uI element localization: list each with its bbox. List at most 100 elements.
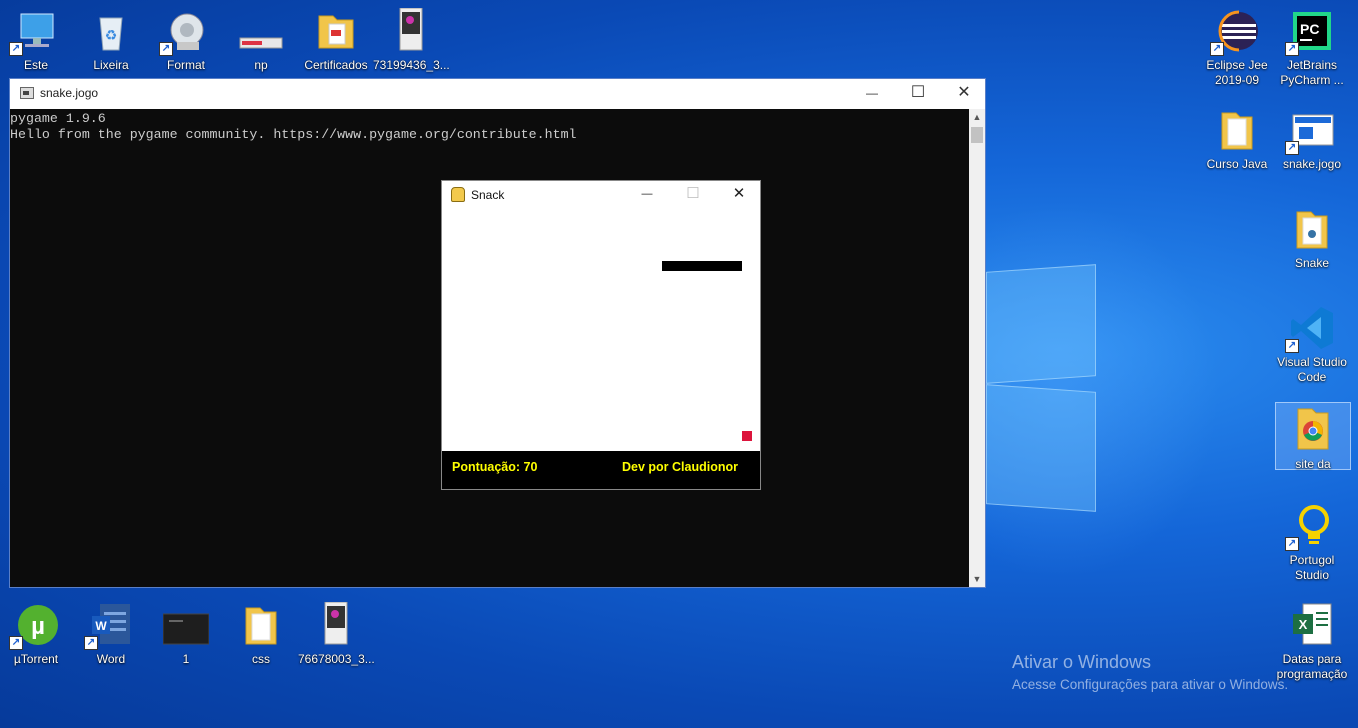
eclipse-icon: ↗ <box>1210 8 1260 56</box>
svg-text:PC: PC <box>1300 21 1319 37</box>
snake-segment <box>712 261 722 271</box>
folder-icon <box>1289 206 1335 252</box>
activation-watermark-subtitle: Acesse Configurações para ativar o Windo… <box>1012 677 1289 692</box>
word-icon: W ↗ <box>84 602 134 650</box>
format-factory-icon: ↗ <box>159 8 209 56</box>
folder-icon <box>238 602 284 648</box>
food <box>742 431 752 441</box>
game-hud: Pontuação: 70 Dev por Claudionor <box>442 451 760 489</box>
svg-text:♻: ♻ <box>105 27 118 43</box>
snake-segment <box>732 261 742 271</box>
desktop-icon-css[interactable]: css <box>223 602 299 667</box>
console-app-icon <box>20 87 34 99</box>
desktop-icon-label: css <box>252 652 270 666</box>
desktop-icon-1[interactable]: 1 <box>148 602 224 667</box>
utorrent-icon: µ ↗ <box>9 602 59 650</box>
computer-icon: ↗ <box>9 8 59 56</box>
desktop-icon-utorrent[interactable]: µ ↗ µTorrent <box>0 602 74 667</box>
snake-segment <box>702 261 712 271</box>
desktop-icon-site-da[interactable]: site da <box>1275 402 1351 471</box>
desktop-icon-label: Format Factory <box>166 58 205 72</box>
desktop-icon-snake-jogo[interactable]: ↗ snake.jogo <box>1274 107 1350 172</box>
desktop-icon-snake-folder[interactable]: Snake <box>1274 206 1350 271</box>
maximize-button[interactable]: ☐ <box>895 79 941 109</box>
snake-segment <box>692 261 702 271</box>
desktop-icon-73199436[interactable]: 73199436_3... <box>373 7 450 73</box>
desktop-icon-label: Lixeira <box>93 58 129 72</box>
game-field[interactable] <box>442 209 760 451</box>
desktop-icon-np[interactable]: np <box>223 8 299 73</box>
desktop-icon-label: Este Computador <box>23 58 48 72</box>
desktop-icon-vscode[interactable]: ↗ Visual Studio Code <box>1274 305 1350 385</box>
scroll-down-icon[interactable]: ▼ <box>969 571 985 587</box>
desktop-icon-pycharm[interactable]: PC ↗ JetBrains PyCharm ... <box>1274 8 1350 88</box>
windows-logo-pane-bottom <box>986 384 1096 512</box>
windows-logo-pane-top <box>986 264 1096 384</box>
desktop-icon-label: Visual Studio Code <box>1277 355 1347 384</box>
desktop-icon-word[interactable]: W ↗ Word <box>73 602 149 667</box>
photo-file-icon <box>313 601 359 648</box>
desktop-icon-label: Word <box>96 652 126 666</box>
desktop-icon-label: site da <box>1295 457 1331 471</box>
desktop-icon-76678003[interactable]: 76678003_3... <box>298 601 375 667</box>
desktop-icon-label: np <box>254 58 268 72</box>
desktop-icon-label: JetBrains PyCharm ... <box>1280 58 1344 87</box>
recycle-bin-icon: ♻ <box>88 8 134 54</box>
desktop-icon-label: 76678003_3... <box>298 652 375 666</box>
maximize-button[interactable]: ☐ <box>670 181 716 209</box>
desktop-icon-curso-java[interactable]: Curso Java <box>1199 107 1275 172</box>
game-window[interactable]: Snack — ☐ ✕ Pontuação: 70 Dev por Claudi… <box>441 180 761 490</box>
desktop-icon-lixeira[interactable]: ♻ Lixeira <box>73 8 149 73</box>
score-text: Pontuação: 70 <box>452 460 538 474</box>
desktop-icon-label: Eclipse Jee 2019-09 <box>1206 58 1268 87</box>
minimize-button[interactable]: — <box>624 181 670 209</box>
desktop-icon-label: 1 <box>182 652 190 666</box>
snake-segment <box>722 261 732 271</box>
desktop-icon-certificados[interactable]: Certificados <box>298 8 374 73</box>
game-title: Snack <box>471 188 505 202</box>
desktop-icon-este-computador[interactable]: ↗ Este Computador <box>0 8 74 73</box>
minimize-button[interactable]: — <box>849 79 895 109</box>
snake-segment <box>682 261 692 271</box>
desktop-icon-label: snake.jogo <box>1282 157 1342 171</box>
folder-icon <box>313 8 359 54</box>
svg-text:X: X <box>1299 617 1308 632</box>
desktop-icon-portugol[interactable]: ↗ Portugol Studio <box>1274 503 1350 583</box>
pygame-snake-icon <box>451 187 465 202</box>
excel-icon: X <box>1289 602 1335 648</box>
snake-segment <box>672 261 682 271</box>
pycharm-icon: PC ↗ <box>1285 8 1335 56</box>
desktop-icon-label: Curso Java <box>1206 157 1268 171</box>
desktop-icon-label: Portugol Studio <box>1289 553 1335 582</box>
desktop-icon-label: 73199436_3... <box>373 58 450 72</box>
vscode-icon: ↗ <box>1285 305 1335 353</box>
image-file-icon <box>238 8 284 54</box>
credit-text: Dev por Claudionor <box>622 460 738 474</box>
desktop-icon-format-factory[interactable]: ↗ Format Factory <box>148 8 224 73</box>
desktop-icon-datas-programacao[interactable]: X Datas para programação <box>1274 602 1350 682</box>
desktop-icon-eclipse[interactable]: ↗ Eclipse Jee 2019-09 <box>1199 8 1275 88</box>
video-file-icon <box>162 602 210 648</box>
desktop-icon-label: Snake <box>1294 256 1330 270</box>
desktop-icon-label: µTorrent <box>13 652 59 666</box>
snake-segment <box>662 261 672 271</box>
chrome-file-icon <box>1290 407 1336 453</box>
console-titlebar[interactable]: snake.jogo — ☐ ✕ <box>10 79 985 109</box>
console-title: snake.jogo <box>40 86 99 100</box>
scroll-up-icon[interactable]: ▲ <box>969 109 985 125</box>
folder-icon <box>1214 107 1260 153</box>
close-button[interactable]: ✕ <box>716 181 762 209</box>
console-scrollbar[interactable]: ▲ ▼ <box>969 109 985 587</box>
console-line: Hello from the pygame community. https:/… <box>10 127 577 142</box>
svg-text:W: W <box>95 619 107 633</box>
activation-watermark-title: Ativar o Windows <box>1012 652 1152 672</box>
scroll-thumb[interactable] <box>971 127 983 143</box>
close-button[interactable]: ✕ <box>941 79 987 109</box>
game-titlebar[interactable]: Snack — ☐ ✕ <box>442 181 760 209</box>
lightbulb-icon: ↗ <box>1285 503 1335 551</box>
photo-file-icon <box>388 7 434 54</box>
console-line: pygame 1.9.6 <box>10 111 106 126</box>
desktop-icon-label: Certificados <box>304 58 368 72</box>
svg-text:µ: µ <box>31 613 45 640</box>
python-file-icon: ↗ <box>1285 107 1335 155</box>
